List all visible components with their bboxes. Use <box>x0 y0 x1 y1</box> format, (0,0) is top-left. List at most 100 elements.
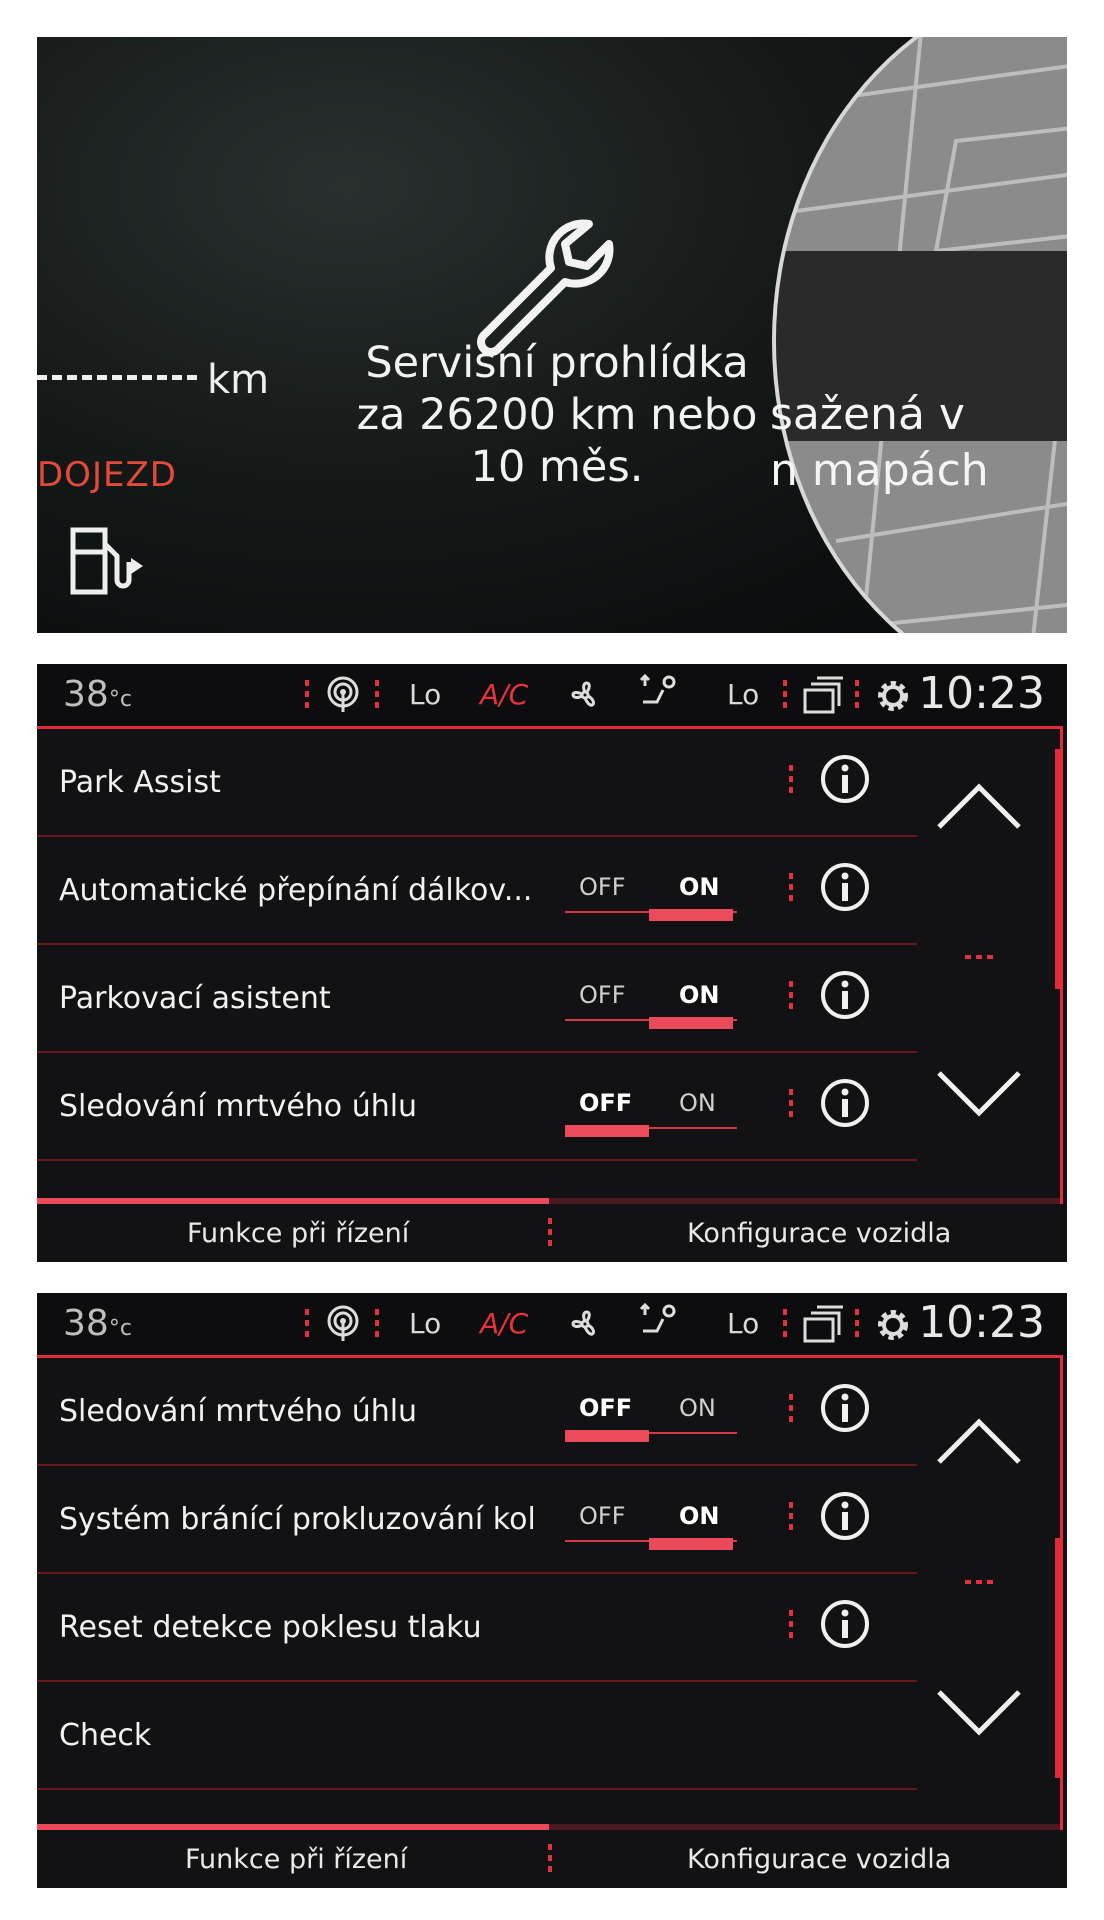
toggle-indicator <box>649 909 733 921</box>
toggle-on-label[interactable]: ON <box>679 1502 720 1530</box>
scroll-position-dots <box>965 955 995 959</box>
list-item[interactable]: Park Assist <box>37 729 917 837</box>
gear-icon[interactable] <box>873 676 913 716</box>
status-separator <box>375 680 379 712</box>
toggle-off-label[interactable]: OFF <box>579 1502 626 1530</box>
info-icon[interactable] <box>819 969 871 1021</box>
fan-speed-left[interactable]: Lo <box>409 1307 441 1340</box>
scroll-up-icon[interactable] <box>935 781 1023 831</box>
tab-separator <box>548 1844 552 1874</box>
toggle-on-label[interactable]: ON <box>679 1394 716 1422</box>
toggle-off-label[interactable]: OFF <box>579 1394 632 1422</box>
fan-speed-left[interactable]: Lo <box>409 678 441 711</box>
tab-vehicle-configuration[interactable]: Konfigurace vozidla <box>687 1844 951 1875</box>
status-separator <box>783 680 787 712</box>
bottom-tabs: Funkce při řízení Konfigurace vozidla <box>37 1830 1067 1888</box>
service-reminder: Servisní prohlídka za 26200 km nebo 10 m… <box>307 337 807 493</box>
setting-label: Systém bránící prokluzování kol <box>59 1502 536 1537</box>
scrollbar[interactable] <box>1055 749 1060 989</box>
toggle-off-label[interactable]: OFF <box>579 873 626 901</box>
info-icon[interactable] <box>819 1598 871 1650</box>
setting-label: Reset detekce poklesu tlaku <box>59 1610 482 1645</box>
on-off-toggle[interactable]: OFF ON <box>565 1394 737 1442</box>
row-separator <box>789 981 793 1011</box>
row-separator <box>789 765 793 795</box>
list-item[interactable]: Systém bránící prokluzování kol OFF ON <box>37 1466 917 1574</box>
status-separator <box>375 1309 379 1341</box>
settings-list: Sledování mrtvého úhlu OFF ON Systém brá… <box>37 1355 1063 1830</box>
range-value-placeholder <box>37 375 197 380</box>
toggle-on-label[interactable]: ON <box>679 981 720 1009</box>
connectivity-icon[interactable] <box>325 676 361 714</box>
scroll-down-icon[interactable] <box>935 1688 1023 1738</box>
info-icon[interactable] <box>819 1382 871 1434</box>
temperature-display: 38°c <box>63 674 132 715</box>
on-off-toggle[interactable]: OFF ON <box>565 981 737 1029</box>
ac-button[interactable]: A/C <box>480 678 528 711</box>
on-off-toggle[interactable]: OFF ON <box>565 1502 737 1550</box>
tab-driving-functions[interactable]: Funkce při řízení <box>185 1844 407 1875</box>
toggle-on-label[interactable]: ON <box>679 1089 716 1117</box>
info-icon[interactable] <box>819 1490 871 1542</box>
status-separator <box>783 1309 787 1341</box>
setting-label: Park Assist <box>59 765 221 800</box>
status-separator <box>305 680 309 712</box>
toggle-indicator <box>649 1017 733 1029</box>
setting-label: Check <box>59 1718 152 1753</box>
info-icon[interactable] <box>819 861 871 913</box>
info-icon[interactable] <box>819 753 871 805</box>
temperature-unit: °c <box>108 1316 132 1341</box>
screens-icon[interactable] <box>801 676 845 716</box>
scroll-position-dots <box>965 1580 995 1584</box>
on-off-toggle[interactable]: OFF ON <box>565 873 737 921</box>
fan-speed-right[interactable]: Lo <box>727 678 759 711</box>
fan-icon[interactable] <box>565 1305 605 1343</box>
scrollbar[interactable] <box>1055 1538 1060 1778</box>
tab-vehicle-configuration[interactable]: Konfigurace vozidla <box>687 1218 951 1249</box>
list-item[interactable]: Parkovací asistent OFF ON <box>37 945 917 1053</box>
settings-screen-2: 38°c Lo A/C Lo 10:23 Sledování mrtvého ú… <box>37 1293 1067 1888</box>
info-icon[interactable] <box>819 1077 871 1129</box>
toggle-indicator <box>649 1538 733 1550</box>
list-item[interactable]: Sledování mrtvého úhlu OFF ON <box>37 1053 917 1161</box>
settings-list: Park Assist Automatické přepínání dálkov… <box>37 726 1063 1204</box>
row-separator <box>789 1394 793 1424</box>
on-off-toggle[interactable]: OFF ON <box>565 1089 737 1137</box>
gear-icon[interactable] <box>873 1305 913 1345</box>
list-item[interactable]: Sledování mrtvého úhlu OFF ON <box>37 1358 917 1466</box>
toggle-on-label[interactable]: ON <box>679 873 720 901</box>
fuel-pump-icon <box>70 527 143 595</box>
temperature-unit: °c <box>108 687 132 712</box>
fan-icon[interactable] <box>565 676 605 714</box>
toggle-off-label[interactable]: OFF <box>579 981 626 1009</box>
row-separator <box>789 1610 793 1640</box>
bottom-tabs: Funkce při řízení Konfigurace vozidla <box>37 1204 1067 1262</box>
screens-icon[interactable] <box>801 1305 845 1345</box>
settings-screen-1: 38°c Lo A/C Lo 10:23 Park Assist Automat… <box>37 664 1067 1262</box>
scroll-up-icon[interactable] <box>935 1416 1023 1466</box>
toggle-indicator <box>565 1125 649 1137</box>
toggle-off-label[interactable]: OFF <box>579 1089 632 1117</box>
fan-speed-right[interactable]: Lo <box>727 1307 759 1340</box>
list-item[interactable]: Reset detekce poklesu tlaku <box>37 1574 917 1682</box>
row-separator <box>789 1502 793 1532</box>
clock: 10:23 <box>918 668 1045 719</box>
scroll-down-icon[interactable] <box>935 1069 1023 1119</box>
range-unit: km <box>207 357 270 403</box>
temperature-display: 38°c <box>63 1303 132 1344</box>
connectivity-icon[interactable] <box>325 1305 361 1343</box>
air-distribution-icon[interactable] <box>637 674 681 714</box>
tab-driving-functions[interactable]: Funkce při řízení <box>187 1218 409 1249</box>
range-label: DOJEZD <box>37 455 177 495</box>
setting-label: Sledování mrtvého úhlu <box>59 1089 418 1124</box>
temperature-value: 38 <box>63 674 109 715</box>
status-separator <box>855 680 859 712</box>
toggle-indicator <box>565 1430 649 1442</box>
list-item[interactable]: Automatické přepínání dálkov... OFF ON <box>37 837 917 945</box>
list-item[interactable]: Check <box>37 1682 917 1790</box>
status-bar: 38°c Lo A/C Lo 10:23 <box>37 1293 1067 1355</box>
status-separator <box>855 1309 859 1341</box>
service-line3: 10 měs. <box>470 442 644 492</box>
air-distribution-icon[interactable] <box>637 1303 681 1343</box>
ac-button[interactable]: A/C <box>480 1307 528 1340</box>
